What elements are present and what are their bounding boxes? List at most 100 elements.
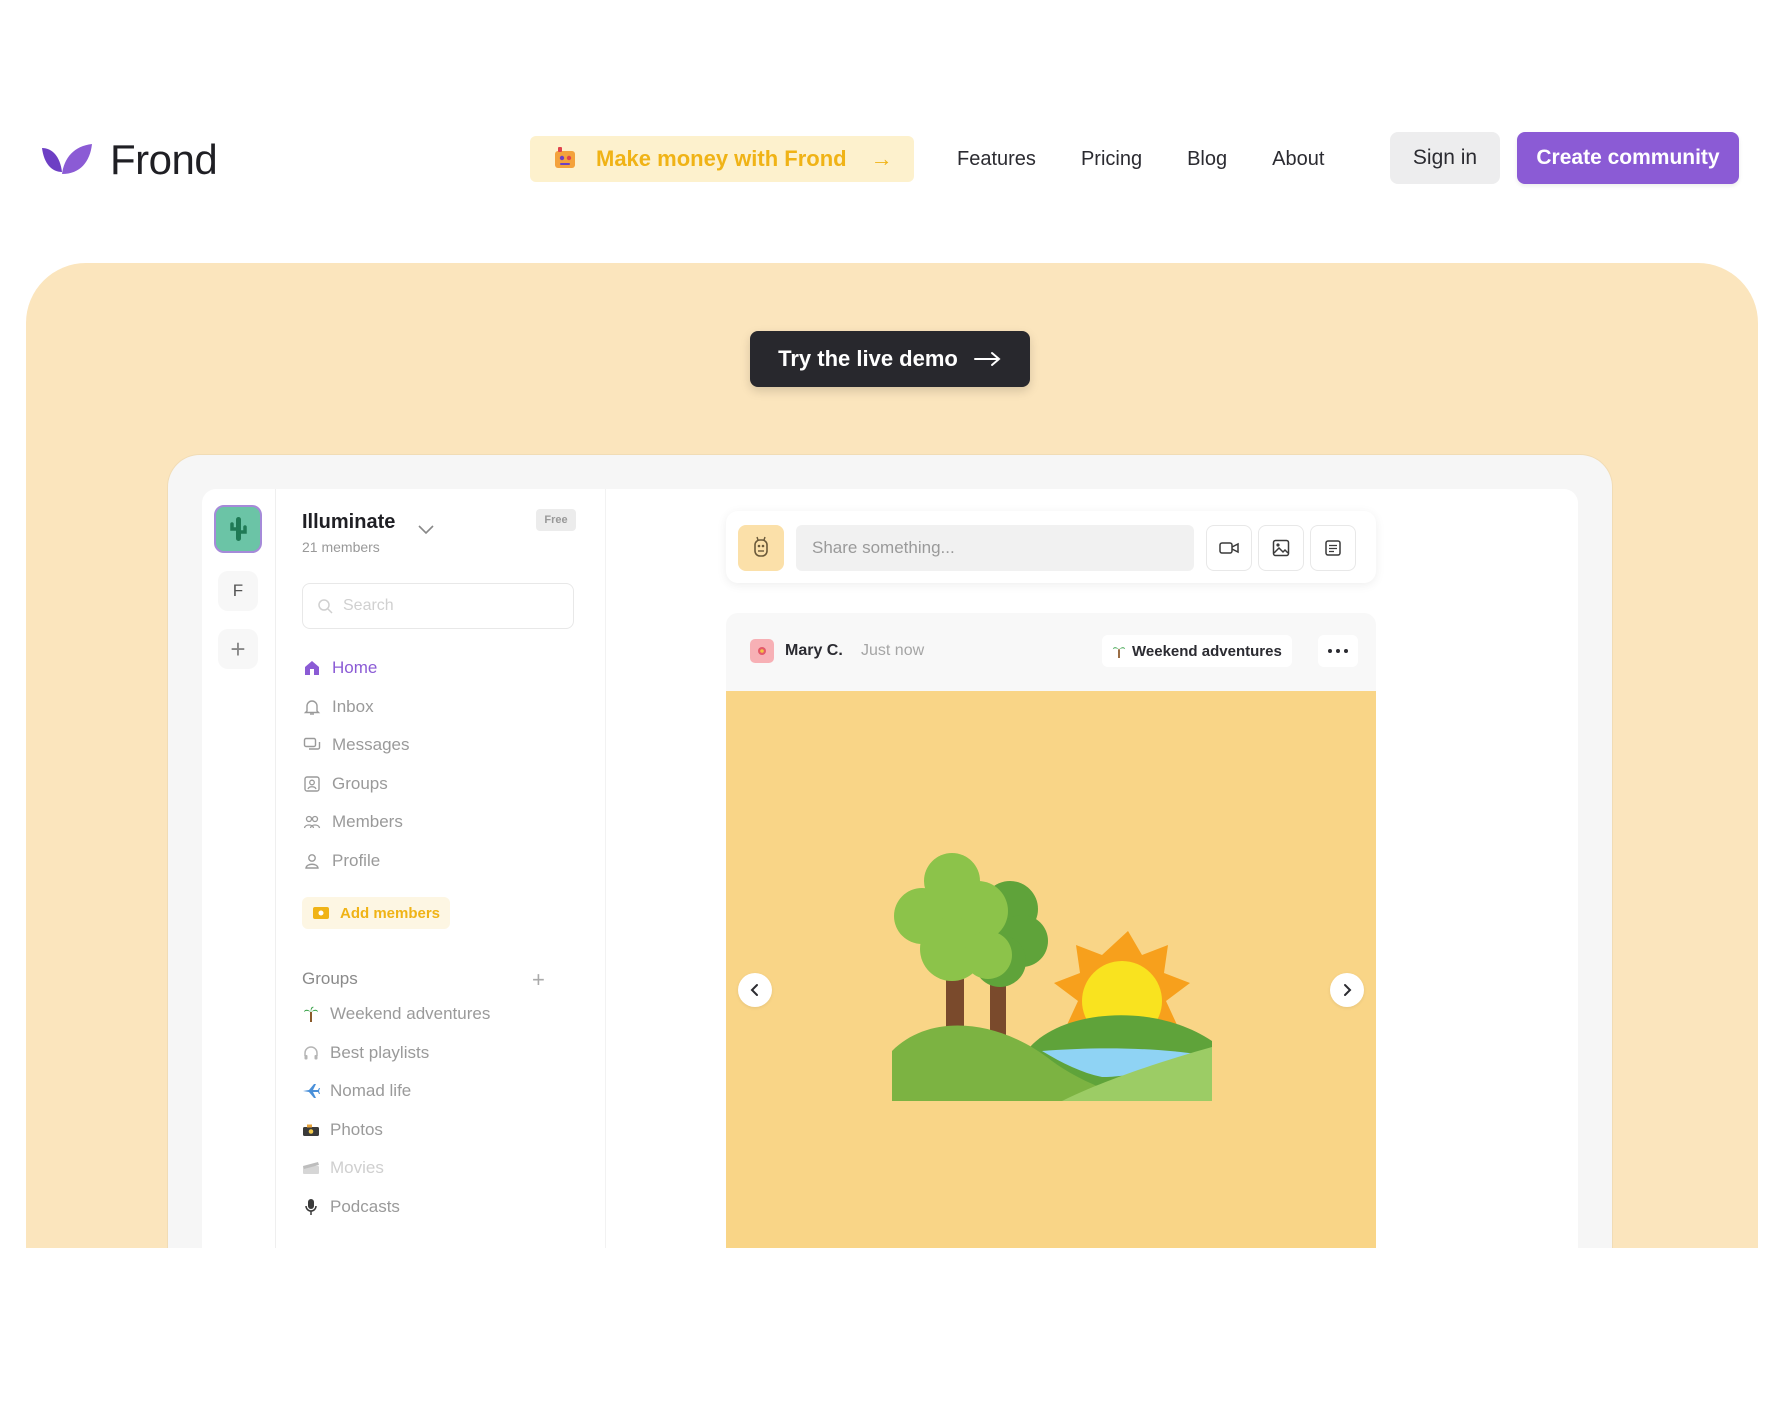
sidebar-item-groups[interactable]: Groups: [302, 765, 409, 804]
app-window: F + Illuminate 21 members Free Search Ho…: [202, 489, 1578, 1248]
carousel-next-button[interactable]: [1330, 973, 1364, 1007]
palm-tree-icon: [1112, 647, 1126, 658]
page: Frond Make money with Frond → Features P…: [0, 0, 1772, 1417]
profile-icon: [302, 851, 322, 871]
landscape-illustration: [892, 853, 1212, 1101]
post-composer: Share something...: [726, 511, 1376, 583]
group-item-podcasts[interactable]: Podcasts: [302, 1188, 490, 1227]
more-options-button[interactable]: [1318, 635, 1358, 667]
live-demo-button[interactable]: Try the live demo: [750, 331, 1030, 387]
post-timestamp: Just now: [861, 642, 925, 659]
microphone-icon: [302, 1198, 320, 1216]
chevron-left-icon: [750, 984, 758, 996]
post-group-label: Weekend adventures: [1132, 642, 1282, 660]
sidebar-item-label: Home: [332, 658, 378, 678]
chevron-right-icon: [1344, 984, 1352, 996]
chevron-down-icon[interactable]: [416, 519, 436, 539]
community-tile-f[interactable]: F: [218, 571, 258, 611]
promo-banner[interactable]: Make money with Frond →: [530, 136, 914, 182]
sidebar-item-messages[interactable]: Messages: [302, 726, 409, 765]
sidebar-item-inbox[interactable]: Inbox: [302, 688, 409, 727]
video-button[interactable]: [1206, 525, 1252, 571]
post-header: Mary C. Just now Weekend adventures: [726, 613, 1376, 691]
group-item-label: Photos: [330, 1119, 383, 1139]
messages-icon: [302, 735, 322, 755]
workspace-name[interactable]: Illuminate: [302, 511, 395, 534]
sidebar-item-label: Groups: [332, 773, 388, 793]
video-icon: [1219, 542, 1239, 554]
camera-icon: [302, 1121, 320, 1139]
group-item-weekend-adventures[interactable]: Weekend adventures: [302, 995, 490, 1034]
group-item-nomad-life[interactable]: Nomad life: [302, 1072, 490, 1111]
carousel-prev-button[interactable]: [738, 973, 772, 1007]
search-icon: [318, 599, 333, 614]
groups-section-title: Groups: [302, 969, 358, 988]
more-dot-icon: [1336, 649, 1340, 653]
flower-avatar-icon: [758, 647, 766, 655]
sidebar-item-label: Inbox: [332, 696, 374, 716]
cactus-icon: [230, 517, 247, 541]
members-icon: [302, 812, 322, 832]
text-post-button[interactable]: [1310, 525, 1356, 571]
post-card: Mary C. Just now Weekend adventures: [726, 613, 1376, 1248]
community-rail: F +: [202, 489, 276, 1248]
image-icon: [1272, 539, 1290, 557]
home-icon: [302, 658, 322, 678]
sidebar-item-label: Profile: [332, 850, 381, 870]
create-community-button[interactable]: Create community: [1517, 132, 1739, 184]
party-emoji-icon: [552, 146, 578, 172]
image-button[interactable]: [1258, 525, 1304, 571]
group-item-label: Best playlists: [330, 1042, 430, 1062]
sidebar-item-label: Messages: [332, 735, 410, 755]
app-preview: F + Illuminate 21 members Free Search Ho…: [168, 455, 1612, 1248]
airplane-icon: [302, 1082, 320, 1100]
top-nav: Frond Make money with Frond → Features P…: [0, 128, 1772, 188]
group-item-label: Movies: [330, 1158, 384, 1178]
robot-avatar-icon: [754, 536, 768, 557]
more-dot-icon: [1328, 649, 1332, 653]
post-image: [726, 691, 1376, 1248]
brand-name: Frond: [110, 136, 218, 183]
nav-link-features[interactable]: Features: [957, 148, 1036, 171]
groups-icon: [302, 774, 322, 794]
leaf-logo-icon: [42, 144, 92, 174]
promo-label: Make money with Frond: [596, 146, 847, 171]
plan-badge: Free: [536, 509, 576, 531]
add-members-button[interactable]: Add members: [302, 897, 451, 929]
search-placeholder: Search: [343, 597, 394, 614]
community-tile-illuminate[interactable]: [214, 505, 262, 553]
group-item-best-playlists[interactable]: Best playlists: [302, 1034, 490, 1073]
groups-list: Weekend adventures Best playlists Nomad …: [302, 995, 490, 1226]
add-members-label: Add members: [340, 904, 441, 922]
group-item-label: Weekend adventures: [330, 1004, 491, 1024]
user-avatar: [738, 525, 784, 571]
author-avatar[interactable]: [750, 639, 774, 663]
sidebar-item-members[interactable]: Members: [302, 803, 409, 842]
share-input[interactable]: Share something...: [796, 525, 1194, 571]
brand[interactable]: Frond: [40, 136, 218, 184]
nav-links: Features Pricing Blog About: [957, 136, 1369, 182]
sidebar-item-profile[interactable]: Profile: [302, 842, 409, 881]
more-dot-icon: [1344, 649, 1348, 653]
post-group-tag[interactable]: Weekend adventures: [1102, 635, 1292, 667]
post-author[interactable]: Mary C.: [785, 642, 843, 660]
hero-section: Try the live demo F + Illuminate 21 memb…: [26, 263, 1758, 1248]
sidebar-item-label: Members: [332, 812, 403, 832]
sidebar-menu: Home Inbox Messages Groups Members Profi…: [302, 649, 409, 880]
nav-link-pricing[interactable]: Pricing: [1081, 148, 1142, 171]
sign-in-button[interactable]: Sign in: [1390, 132, 1500, 184]
sidebar-item-home[interactable]: Home: [302, 649, 409, 688]
arrow-right-icon: [973, 352, 1001, 366]
film-icon: [302, 1159, 320, 1177]
sidebar: Illuminate 21 members Free Search Home I…: [276, 489, 606, 1248]
live-demo-label: Try the live demo: [778, 346, 958, 371]
add-group-button[interactable]: +: [532, 967, 545, 993]
group-item-movies[interactable]: Movies: [302, 1149, 490, 1188]
headphones-icon: [302, 1044, 320, 1062]
sidebar-search-input[interactable]: Search: [302, 583, 574, 629]
group-item-photos[interactable]: Photos: [302, 1111, 490, 1150]
group-item-label: Nomad life: [330, 1081, 412, 1101]
nav-link-blog[interactable]: Blog: [1187, 148, 1227, 171]
nav-link-about[interactable]: About: [1272, 148, 1324, 171]
add-community-button[interactable]: +: [218, 629, 258, 669]
